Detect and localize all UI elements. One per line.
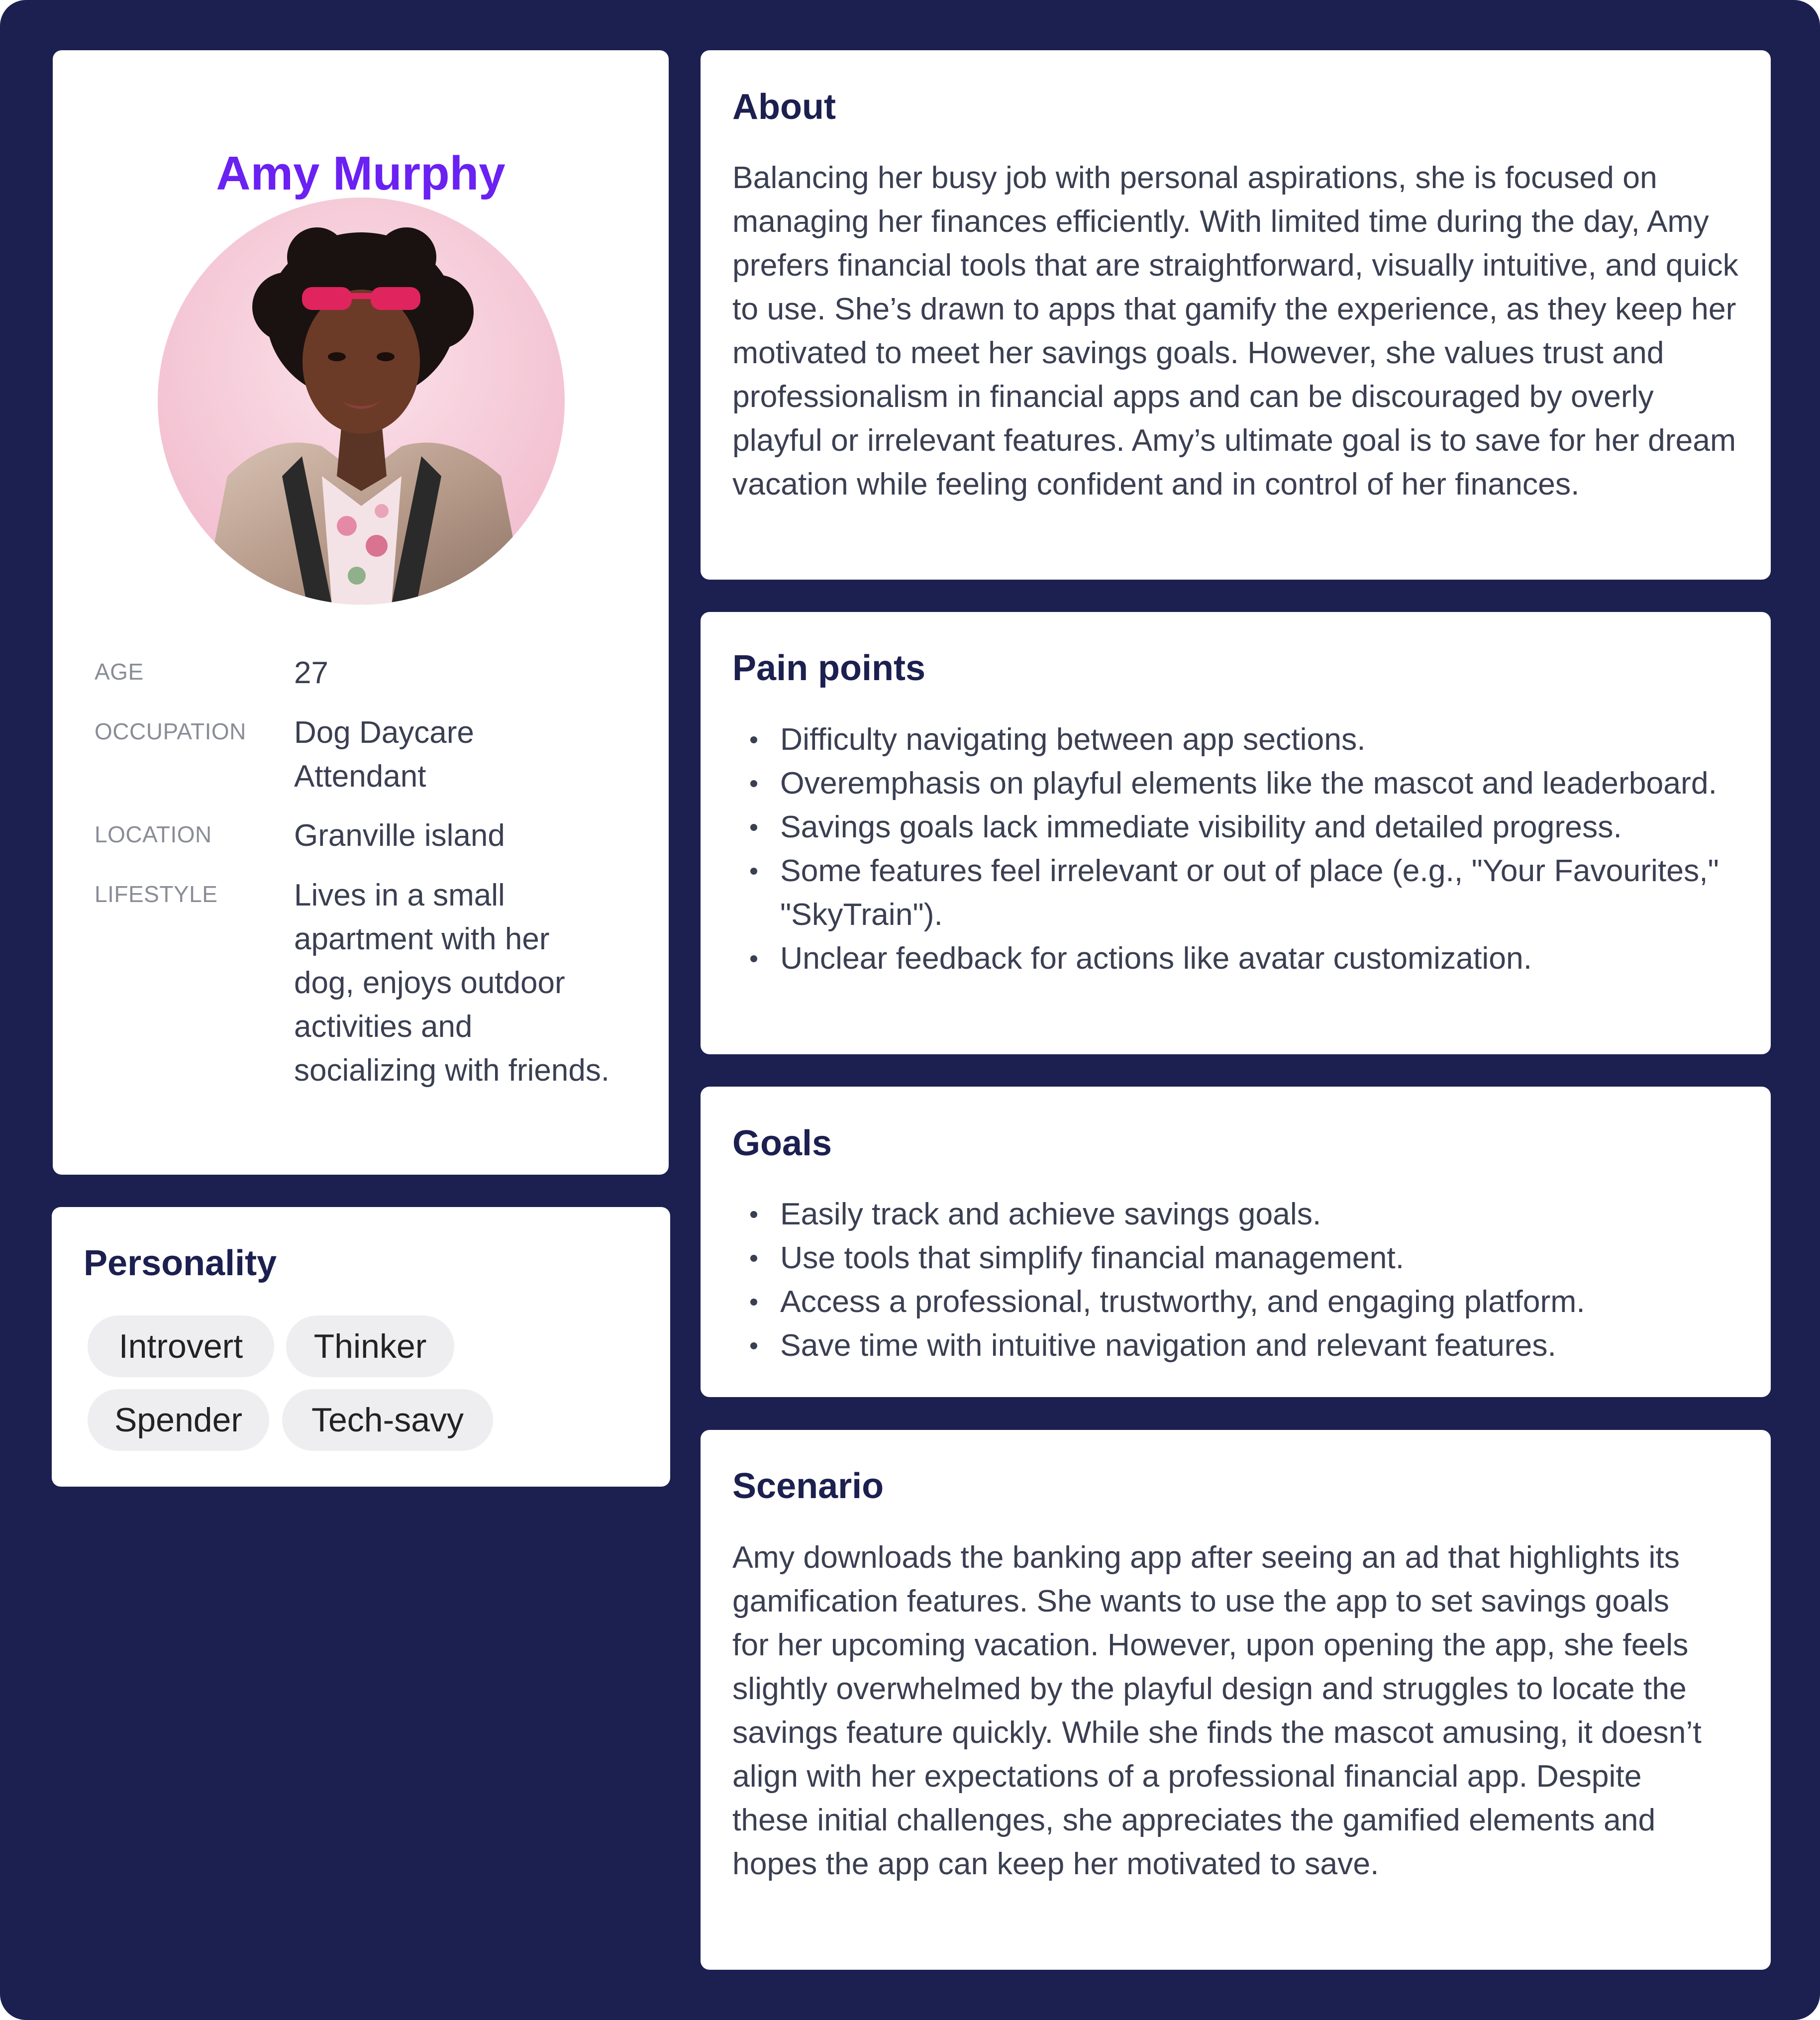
list-item-text: Use tools that simplify financial manage… — [780, 1240, 1405, 1275]
list-item-text: Savings goals lack immediate visibility … — [780, 809, 1622, 844]
detail-label: LIFESTYLE — [95, 881, 218, 907]
personality-tag: Thinker — [286, 1315, 454, 1377]
goals-list: Easily track and achieve savings goals. … — [732, 1192, 1747, 1367]
list-item: Overemphasis on playful elements like th… — [732, 761, 1747, 805]
list-item-text: Some features feel irrelevant or out of … — [780, 853, 1719, 932]
scenario-text: Amy downloads the banking app after seei… — [732, 1540, 1702, 1881]
list-item-text: Difficulty navigating between app sectio… — [780, 722, 1366, 757]
about-text: Balancing her busy job with personal asp… — [732, 160, 1738, 502]
scenario-card: Scenario Amy downloads the banking app a… — [701, 1430, 1771, 1970]
pain-points-card: Pain points Difficulty navigating betwee… — [701, 612, 1771, 1054]
detail-value: 27 — [294, 656, 328, 690]
list-item: Some features feel irrelevant or out of … — [732, 849, 1747, 936]
pain-points-heading: Pain points — [732, 648, 926, 688]
detail-label: AGE — [95, 659, 144, 685]
detail-value: Granville island — [294, 818, 505, 853]
bullet-dot — [750, 1342, 757, 1349]
scenario-heading: Scenario — [732, 1466, 884, 1506]
list-item-text: Easily track and achieve savings goals. — [780, 1197, 1321, 1231]
list-item-text: Overemphasis on playful elements like th… — [780, 766, 1717, 801]
personality-heading: Personality — [84, 1243, 277, 1283]
bullet-dot — [750, 868, 757, 875]
list-item-text: Unclear feedback for actions like avatar… — [780, 941, 1532, 976]
bullet-dot — [750, 1211, 757, 1218]
list-item: Unclear feedback for actions like avatar… — [732, 936, 1747, 980]
persona-board: Amy Murphy AGE 27 OCCUPATION Dog Daycare… — [0, 0, 1820, 2020]
goals-card: Goals Easily track and achieve savings g… — [701, 1087, 1771, 1397]
persona-name: Amy Murphy — [216, 147, 506, 200]
about-card: About Balancing her busy job with person… — [701, 50, 1771, 580]
profile-card: Amy Murphy AGE 27 OCCUPATION Dog Daycare… — [53, 50, 669, 1175]
list-item: Use tools that simplify financial manage… — [732, 1236, 1747, 1280]
list-item: Savings goals lack immediate visibility … — [732, 805, 1747, 849]
detail-value: Dog Daycare Attendant — [294, 715, 474, 794]
about-heading: About — [732, 87, 836, 127]
bullet-dot — [750, 1255, 757, 1262]
personality-tag: Introvert — [88, 1315, 274, 1377]
list-item: Save time with intuitive navigation and … — [732, 1323, 1747, 1367]
goals-heading: Goals — [732, 1123, 832, 1163]
avatar — [158, 198, 565, 605]
list-item: Easily track and achieve savings goals. — [732, 1192, 1747, 1236]
personality-card: Personality Introvert Thinker Spender Te… — [52, 1207, 670, 1487]
detail-label: LOCATION — [95, 821, 212, 847]
list-item-text: Access a professional, trustworthy, and … — [780, 1284, 1585, 1319]
bullet-dot — [750, 824, 757, 831]
detail-label: OCCUPATION — [95, 718, 246, 744]
list-item-text: Save time with intuitive navigation and … — [780, 1328, 1556, 1363]
personality-tag: Spender — [88, 1389, 269, 1451]
list-item: Access a professional, trustworthy, and … — [732, 1280, 1747, 1323]
bullet-dot — [750, 780, 757, 787]
list-item: Difficulty navigating between app sectio… — [732, 717, 1747, 761]
pain-points-list: Difficulty navigating between app sectio… — [732, 717, 1747, 980]
avatar-photo-illustration — [158, 198, 565, 605]
bullet-dot — [750, 1299, 757, 1306]
bullet-dot — [750, 955, 757, 962]
personality-tag: Tech-savy — [282, 1389, 493, 1451]
bullet-dot — [750, 736, 757, 743]
detail-value: Lives in a small apartment with her dog,… — [294, 878, 610, 1088]
